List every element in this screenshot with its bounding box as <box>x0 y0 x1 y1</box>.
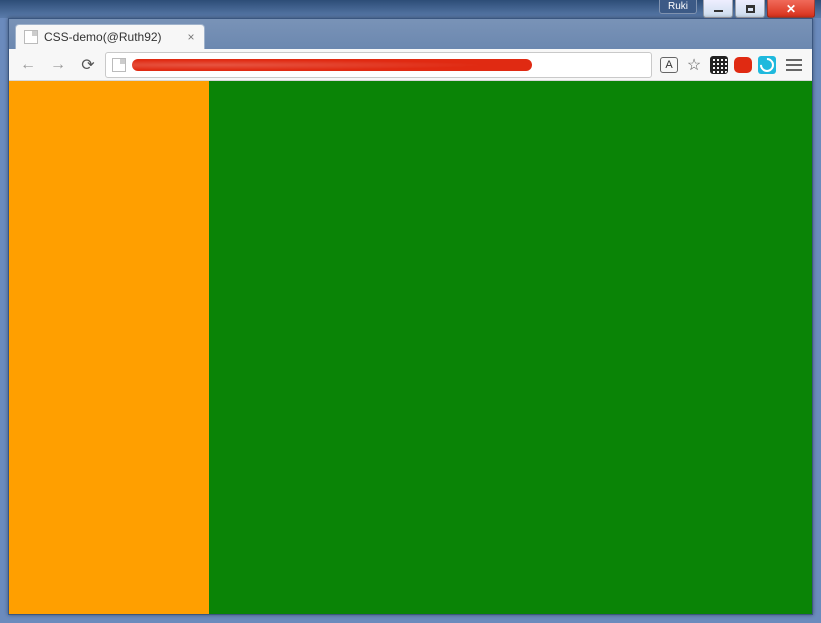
address-bar[interactable] <box>105 52 652 78</box>
tab-title: CSS-demo(@Ruth92) <box>44 30 162 44</box>
minimize-button[interactable] <box>703 0 733 18</box>
window-badge: Ruki <box>659 0 697 14</box>
browser-tab[interactable]: CSS-demo(@Ruth92) × <box>15 24 205 49</box>
browser-window: CSS-demo(@Ruth92) × ← → ⟳ A ☆ <box>8 18 813 615</box>
reload-icon: ⟳ <box>81 55 94 75</box>
right-column <box>209 81 812 614</box>
reload-button[interactable]: ⟳ <box>75 52 101 78</box>
menu-button[interactable] <box>782 53 806 77</box>
url-redacted <box>132 59 532 71</box>
browser-toolbar: ← → ⟳ A ☆ <box>9 49 812 81</box>
hamburger-icon <box>786 59 802 61</box>
maximize-icon <box>746 5 755 13</box>
close-icon: ✕ <box>786 2 796 16</box>
extension-red-icon[interactable] <box>734 57 752 73</box>
tab-strip: CSS-demo(@Ruth92) × <box>9 19 812 49</box>
minimize-icon <box>714 10 723 12</box>
translate-icon[interactable]: A <box>660 57 678 73</box>
extension-icons: A ☆ <box>660 55 776 75</box>
close-button[interactable]: ✕ <box>767 0 815 18</box>
forward-button[interactable]: → <box>45 52 71 78</box>
maximize-button[interactable] <box>735 0 765 18</box>
arrow-right-icon: → <box>50 56 66 74</box>
extension-cyan-icon[interactable] <box>758 56 776 74</box>
hamburger-icon <box>786 64 802 66</box>
page-icon <box>112 58 126 72</box>
back-button[interactable]: ← <box>15 52 41 78</box>
tab-close-button[interactable]: × <box>185 31 197 43</box>
hamburger-icon <box>786 69 802 71</box>
left-column <box>9 81 209 614</box>
file-icon <box>24 30 38 44</box>
bookmark-star-icon[interactable]: ☆ <box>684 55 704 75</box>
window-controls: ✕ <box>703 0 815 18</box>
window-titlebar: Ruki ✕ <box>0 0 821 18</box>
page-viewport <box>9 81 812 614</box>
arrow-left-icon: ← <box>20 56 36 74</box>
qr-icon[interactable] <box>710 56 728 74</box>
